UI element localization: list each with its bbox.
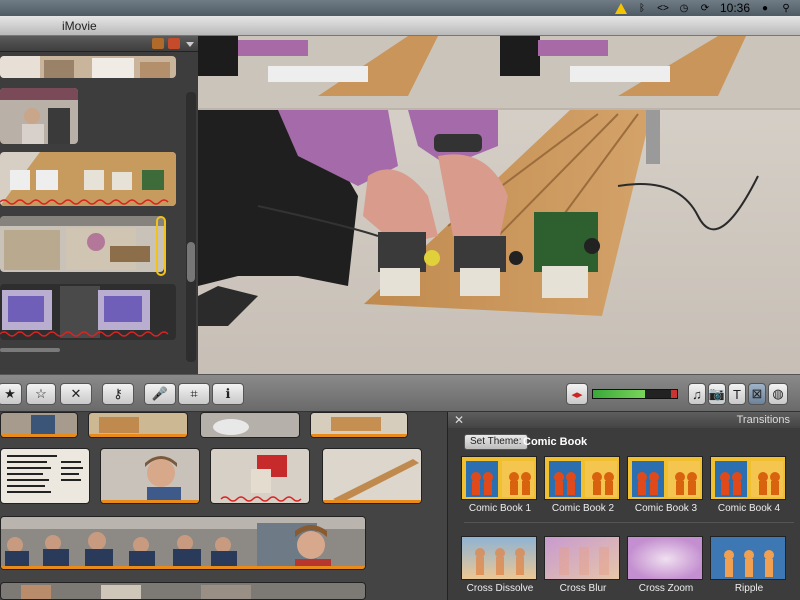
globe-icon: ◍ [772, 386, 784, 401]
main-toolbar: ★ ☆ ✕ ⚷ 🎤 ⌗ ℹ ◂▸ ♫ 📷 T ⊠ ◍ [0, 374, 800, 412]
microphone-icon: 🎤 [151, 386, 169, 401]
project-clip[interactable] [0, 348, 60, 352]
transition-thumbnail [710, 456, 786, 500]
set-theme-button[interactable]: Set Theme: [464, 434, 528, 450]
transitions-title: Transitions [736, 414, 790, 426]
chevron-down-icon[interactable] [186, 42, 194, 47]
close-icon[interactable]: ✕ [452, 413, 466, 427]
transition-thumbnail [461, 456, 537, 500]
inspector-button[interactable]: ℹ [212, 383, 244, 405]
project-clip[interactable] [0, 216, 164, 272]
transitions-icon: ⊠ [751, 386, 763, 401]
transition-thumbnail [710, 536, 786, 580]
transition-item[interactable]: Comic Book 4 [710, 456, 788, 514]
window-title-bar: iMovie [0, 16, 800, 36]
keyword-button[interactable]: ⚷ [102, 383, 134, 405]
time-machine-icon[interactable]: ◷ [678, 2, 690, 14]
transition-item[interactable]: Comic Book 1 [461, 456, 539, 514]
transition-item[interactable]: Cross Blur [544, 536, 622, 594]
event-clip[interactable] [100, 448, 200, 504]
star-filled-icon: ★ [4, 386, 16, 401]
audio-level-fill [593, 390, 646, 398]
spotlight-search-icon[interactable]: ⚲ [780, 2, 792, 14]
project-scroll-thumb[interactable] [187, 242, 195, 282]
transition-label: Ripple [734, 583, 764, 594]
project-clip[interactable] [0, 152, 176, 206]
transition-thumbnail [627, 456, 703, 500]
transition-item[interactable]: Cross Zoom [627, 536, 705, 594]
transitions-browser: ✕ Transitions Set Theme: Comic Book Comi… [447, 412, 800, 600]
transition-label: Comic Book 1 [468, 503, 532, 514]
photos-button[interactable]: 📷 [708, 383, 726, 405]
crop-icon: ⌗ [190, 386, 198, 401]
event-clip-filmstrip[interactable] [0, 516, 366, 570]
transition-label: Comic Book 2 [551, 503, 615, 514]
transition-item[interactable]: Comic Book 2 [544, 456, 622, 514]
transition-item[interactable]: Cross Dissolve [461, 536, 539, 594]
reject-x-icon: ✕ [70, 386, 82, 401]
project-clip[interactable] [0, 284, 176, 340]
transition-label: Cross Zoom [638, 583, 694, 594]
video-viewer[interactable] [198, 36, 800, 374]
bluetooth-icon[interactable]: ᛒ [636, 2, 648, 14]
project-clip[interactable] [0, 88, 78, 144]
theme-icon[interactable] [168, 38, 180, 49]
warning-icon[interactable] [614, 2, 627, 14]
transition-thumbnail [544, 536, 620, 580]
event-clip[interactable] [0, 412, 78, 438]
theme-name: Comic Book [523, 436, 588, 448]
title-t-icon: T [733, 386, 741, 402]
transition-label: Cross Dissolve [466, 583, 534, 594]
crop-button[interactable]: ⌗ [178, 383, 210, 405]
audio-level-meter [592, 389, 678, 399]
window-title: iMovie [62, 19, 97, 33]
camera-icon: 📷 [708, 386, 726, 401]
key-icon: ⚷ [113, 386, 123, 401]
event-clip[interactable] [210, 448, 310, 504]
audio-peak-indicator [671, 390, 677, 398]
favorite-button[interactable]: ★ [0, 383, 22, 405]
transition-thumbnail [627, 536, 703, 580]
transition-label: Comic Book 4 [717, 503, 781, 514]
star-outline-icon: ☆ [35, 386, 47, 401]
menu-clock[interactable]: 10:36 [720, 1, 750, 15]
menu-bar: ᛒ <> ◷ ⟳ 10:36 ● ⚲ [0, 0, 800, 16]
transition-item[interactable]: Ripple [710, 536, 788, 594]
project-scrollbar[interactable] [186, 92, 196, 362]
clip-trim-handle[interactable] [156, 216, 166, 276]
transitions-header: ✕ Transitions [448, 412, 800, 428]
audio-waveform-icon: ◂▸ [571, 388, 583, 401]
sync-icon[interactable]: ⟳ [699, 2, 711, 14]
transition-thumbnail [461, 536, 537, 580]
event-clip[interactable] [322, 448, 422, 504]
transitions-divider [464, 522, 794, 523]
music-button[interactable]: ♫ [688, 383, 706, 405]
event-clip[interactable] [0, 448, 90, 504]
transition-label: Comic Book 3 [634, 503, 698, 514]
maps-button[interactable]: ◍ [768, 383, 788, 405]
event-clip[interactable] [0, 582, 366, 600]
info-icon: ℹ [225, 386, 231, 401]
event-clip[interactable] [200, 412, 300, 438]
unmark-button[interactable]: ☆ [26, 383, 56, 405]
user-icon[interactable]: ● [759, 2, 771, 14]
code-icon[interactable]: <> [657, 2, 669, 14]
music-note-icon: ♫ [692, 386, 702, 402]
project-clip[interactable] [0, 56, 176, 78]
transitions-button[interactable]: ⊠ [748, 383, 766, 405]
titles-button[interactable]: T [728, 383, 746, 405]
reject-button[interactable]: ✕ [60, 383, 92, 405]
transition-label: Cross Blur [559, 583, 607, 594]
transition-thumbnail [544, 456, 620, 500]
event-browser [0, 412, 447, 600]
event-clip[interactable] [310, 412, 408, 438]
project-browser: 1s [0, 36, 198, 410]
voiceover-button[interactable]: 🎤 [144, 383, 176, 405]
project-header [0, 36, 198, 52]
transition-item[interactable]: Comic Book 3 [627, 456, 705, 514]
project-library-icon[interactable] [152, 38, 164, 49]
event-clip[interactable] [88, 412, 188, 438]
audio-skimming-button[interactable]: ◂▸ [566, 383, 588, 405]
